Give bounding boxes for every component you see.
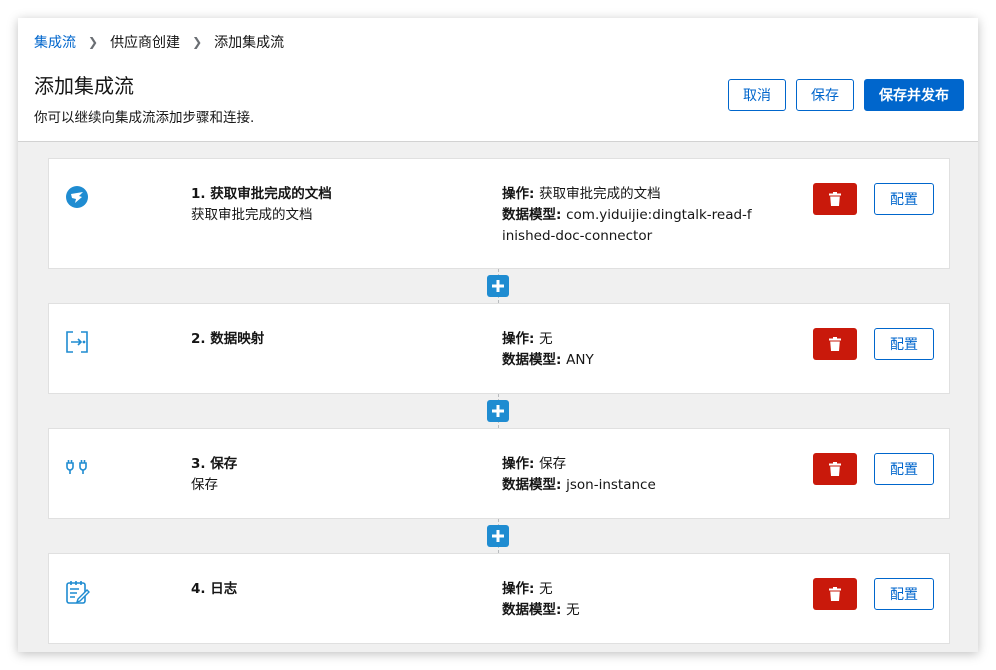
data-model-label: 数据模型: xyxy=(502,602,567,618)
trash-icon xyxy=(829,462,841,476)
save-button[interactable]: 保存 xyxy=(796,79,854,111)
configure-step-button[interactable]: 配置 xyxy=(874,453,934,485)
breadcrumb-current: 添加集成流 xyxy=(214,35,285,51)
flow-editor: 1. 获取审批完成的文档 获取审批完成的文档 操作: 获取审批完成的文档 数据模… xyxy=(18,141,978,652)
page-title: 添加集成流 xyxy=(34,74,134,98)
configure-step-button[interactable]: 配置 xyxy=(874,183,934,215)
step-meta: 操作: 保存 数据模型: json-instance xyxy=(502,454,752,496)
step-list: 1. 获取审批完成的文档 获取审批完成的文档 操作: 获取审批完成的文档 数据模… xyxy=(48,158,950,644)
step-meta: 操作: 获取审批完成的文档 数据模型: com.yiduijie:dingtal… xyxy=(502,184,752,247)
cancel-button[interactable]: 取消 xyxy=(728,79,786,111)
step-card: 1. 获取审批完成的文档 获取审批完成的文档 操作: 获取审批完成的文档 数据模… xyxy=(48,158,950,269)
plus-icon xyxy=(492,280,504,292)
step-name: 1. 获取审批完成的文档 xyxy=(191,186,332,202)
dingtalk-icon xyxy=(63,183,91,211)
step-meta: 操作: 无 数据模型: ANY xyxy=(502,329,752,371)
configure-step-button[interactable]: 配置 xyxy=(874,578,934,610)
operation-value: 获取审批完成的文档 xyxy=(539,186,661,202)
breadcrumb-link-integrations[interactable]: 集成流 xyxy=(34,32,76,52)
step-meta: 操作: 无 数据模型: 无 xyxy=(502,579,752,621)
header-actions: 取消 保存 保存并发布 xyxy=(728,79,964,111)
data-model-value: ANY xyxy=(566,352,594,368)
page-header: 集成流 ❯ 供应商创建 ❯ 添加集成流 添加集成流 你可以继续向集成流添加步骤和… xyxy=(18,18,978,141)
app-window: 集成流 ❯ 供应商创建 ❯ 添加集成流 添加集成流 你可以继续向集成流添加步骤和… xyxy=(18,18,978,652)
add-step-button[interactable] xyxy=(487,525,509,547)
trash-icon xyxy=(829,337,841,351)
data-model-value: json-instance xyxy=(566,477,656,493)
delete-step-button[interactable] xyxy=(813,453,857,485)
data-model-label: 数据模型: xyxy=(502,352,567,368)
log-edit-icon xyxy=(63,578,91,606)
operation-label: 操作: xyxy=(502,456,540,472)
trash-icon xyxy=(829,587,841,601)
chevron-right-icon: ❯ xyxy=(88,35,99,49)
operation-label: 操作: xyxy=(502,331,540,347)
operation-value: 无 xyxy=(539,581,553,597)
step-subtitle: 获取审批完成的文档 xyxy=(191,207,313,223)
step-name: 2. 数据映射 xyxy=(191,331,265,347)
chevron-right-icon: ❯ xyxy=(192,35,203,49)
delete-step-button[interactable] xyxy=(813,183,857,215)
breadcrumb-item-supplier-create: 供应商创建 xyxy=(110,35,181,51)
add-step-button[interactable] xyxy=(487,400,509,422)
plus-icon xyxy=(492,405,504,417)
step-connector xyxy=(48,269,950,303)
step-card: 4. 日志 操作: 无 数据模型: 无 配置 xyxy=(48,553,950,644)
operation-label: 操作: xyxy=(502,581,540,597)
operation-value: 保存 xyxy=(539,456,567,472)
configure-step-button[interactable]: 配置 xyxy=(874,328,934,360)
step-card: 3. 保存 保存 操作: 保存 数据模型: json-instance 配置 xyxy=(48,428,950,519)
delete-step-button[interactable] xyxy=(813,328,857,360)
breadcrumb: 集成流 ❯ 供应商创建 ❯ 添加集成流 xyxy=(34,32,284,52)
step-name: 3. 保存 xyxy=(191,456,238,472)
data-mapper-icon xyxy=(63,328,91,356)
operation-label: 操作: xyxy=(502,186,540,202)
data-model-label: 数据模型: xyxy=(502,207,567,223)
trash-icon xyxy=(829,192,841,206)
save-and-publish-button[interactable]: 保存并发布 xyxy=(864,79,964,111)
operation-value: 无 xyxy=(539,331,553,347)
step-name: 4. 日志 xyxy=(191,581,238,597)
data-model-value: 无 xyxy=(566,602,580,618)
plus-icon xyxy=(492,530,504,542)
delete-step-button[interactable] xyxy=(813,578,857,610)
step-subtitle: 保存 xyxy=(191,477,218,493)
step-connector xyxy=(48,394,950,428)
add-step-button[interactable] xyxy=(487,275,509,297)
data-model-label: 数据模型: xyxy=(502,477,567,493)
page-description: 你可以继续向集成流添加步骤和连接. xyxy=(34,110,255,126)
step-connector xyxy=(48,519,950,553)
plug-icon xyxy=(63,453,91,481)
step-card: 2. 数据映射 操作: 无 数据模型: ANY 配置 xyxy=(48,303,950,394)
